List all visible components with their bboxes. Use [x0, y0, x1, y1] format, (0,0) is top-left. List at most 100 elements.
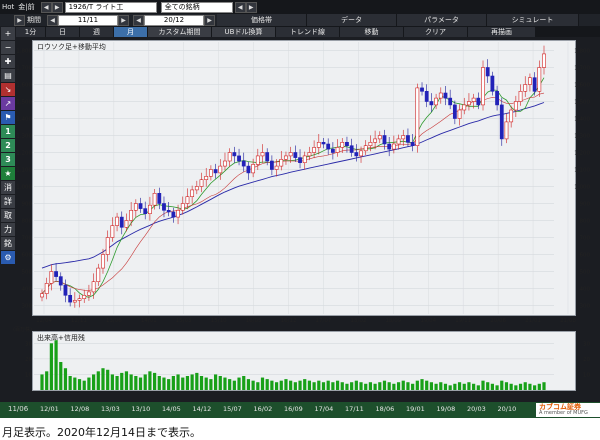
volume-bar	[289, 380, 293, 390]
volume-bar	[392, 383, 396, 390]
candle-body	[166, 210, 171, 213]
period-icon: ▶	[14, 14, 25, 26]
volume-bar	[223, 377, 227, 390]
bottom-axis-tick: 12/01	[40, 405, 59, 413]
price-tick-label-left: 600	[22, 253, 33, 259]
ma-mid-line	[41, 92, 545, 294]
bottom-axis-tick: 15/07	[223, 405, 242, 413]
candle-body	[269, 160, 274, 170]
candle-body	[232, 152, 237, 157]
to-prev-button[interactable]: ◀	[133, 14, 144, 26]
bottom-axis-tick: 16/02	[253, 405, 273, 413]
volume-bar	[373, 383, 377, 390]
candle-body	[227, 152, 232, 162]
candle-body	[213, 169, 218, 174]
universe-select[interactable]: 全ての銘柄	[160, 1, 233, 13]
candle-body	[176, 210, 180, 218]
price-x-tick-label: 18/09	[385, 318, 401, 324]
candle-body	[218, 165, 223, 174]
from-date-input[interactable]: 11/11	[58, 14, 118, 26]
tab-parameter[interactable]: パラメータ	[397, 14, 487, 26]
volume-bar	[274, 382, 279, 390]
to-next-button[interactable]: ▶	[204, 14, 215, 26]
volume-bar	[45, 371, 49, 390]
candle-body	[208, 169, 213, 177]
candle-body	[340, 142, 345, 148]
candle-body	[490, 75, 495, 92]
next-symbol-button[interactable]: ▶	[51, 1, 63, 13]
volume-bar	[68, 376, 72, 390]
price-x-tick-label: 15/10	[211, 318, 227, 324]
price-tick-label-left: 1,100	[16, 168, 32, 174]
candle-body	[148, 204, 152, 214]
candle-body	[54, 271, 58, 277]
candle-body	[391, 143, 396, 150]
volume-tick-label-left: 10	[25, 372, 32, 378]
brand-sub: A member of MUFG	[539, 410, 588, 416]
price-tick-label-right: 1,300	[574, 134, 590, 140]
price-x-tick-label: 12/11	[71, 318, 87, 324]
volume-bar	[411, 383, 415, 390]
price-tick-label-left: 1,300	[16, 134, 32, 140]
price-tick-label-right: 1,400	[574, 117, 590, 123]
volume-bar	[321, 382, 326, 390]
tab-data[interactable]: データ	[307, 14, 397, 26]
from-prev-button[interactable]: ◀	[47, 14, 58, 26]
price-tick-label-left: 1,700	[16, 66, 32, 72]
universe-prev-button[interactable]: ◀	[234, 1, 246, 13]
candle-body	[119, 216, 124, 228]
volume-bar	[495, 385, 499, 390]
ma-long-line	[41, 102, 545, 269]
volume-bar	[350, 382, 354, 390]
price-x-tick-label: 16/12	[281, 318, 297, 324]
volume-bar	[237, 377, 241, 390]
volume-bar	[500, 380, 504, 390]
price-tick-label-right: 1,500	[574, 100, 590, 106]
brand-logo: カブコム証券 A member of MUFG	[536, 403, 600, 417]
price-tick-label-right: 1,700	[574, 66, 590, 72]
volume-bar	[260, 377, 265, 390]
tab-simulate[interactable]: シミュレート	[487, 14, 579, 26]
candle-body	[532, 77, 537, 92]
candle-body	[387, 143, 392, 150]
prev-symbol-button[interactable]: ◀	[40, 1, 52, 13]
from-next-button[interactable]: ▶	[118, 14, 129, 26]
price-tick-label-left: 700	[22, 236, 33, 242]
candle-body	[528, 77, 532, 85]
candle-body	[406, 135, 410, 143]
volume-bar	[106, 369, 110, 390]
candle-body	[471, 97, 476, 102]
bottom-axis-tick: 19/01	[406, 405, 425, 413]
price-tick-label-left: 1,600	[16, 83, 32, 89]
candle-body	[260, 152, 265, 157]
volume-bar	[54, 340, 58, 390]
volume-bar	[518, 383, 523, 390]
price-x-tick-label: 18/02	[350, 318, 366, 324]
volume-tick-label-left: 30	[25, 341, 32, 347]
candle-body	[424, 91, 429, 102]
to-date-input[interactable]: 20/12	[144, 14, 204, 26]
candle-body	[363, 145, 368, 152]
universe-next-button[interactable]: ▶	[245, 1, 257, 13]
candle-body	[307, 152, 312, 157]
volume-bar	[87, 377, 91, 390]
candle-body	[124, 220, 129, 228]
chart-canvas[interactable]: 1,800 1,800 1,700 1,700 1,600 1,600 1,500 1,500…	[0, 26, 600, 402]
price-x-tick-label: 19/11	[455, 318, 471, 324]
candle-body	[237, 155, 241, 162]
volume-bar	[429, 382, 434, 390]
candle-body	[316, 142, 321, 148]
price-tick-label-right: 400	[580, 287, 591, 293]
candle-body	[457, 109, 462, 119]
candle-body	[513, 101, 518, 111]
volume-bar	[504, 382, 509, 390]
symbol-input[interactable]: 1926/T ライト工	[64, 1, 157, 13]
nav-labels: 金|前	[18, 2, 35, 11]
candle-body	[377, 135, 382, 140]
price-x-tick-label: 20/06	[490, 318, 506, 324]
candle-body	[180, 203, 185, 211]
candle-body	[241, 160, 246, 167]
volume-bar	[134, 376, 138, 390]
volume-bar	[246, 379, 251, 390]
tab-price-band[interactable]: 価格帯	[217, 14, 307, 26]
